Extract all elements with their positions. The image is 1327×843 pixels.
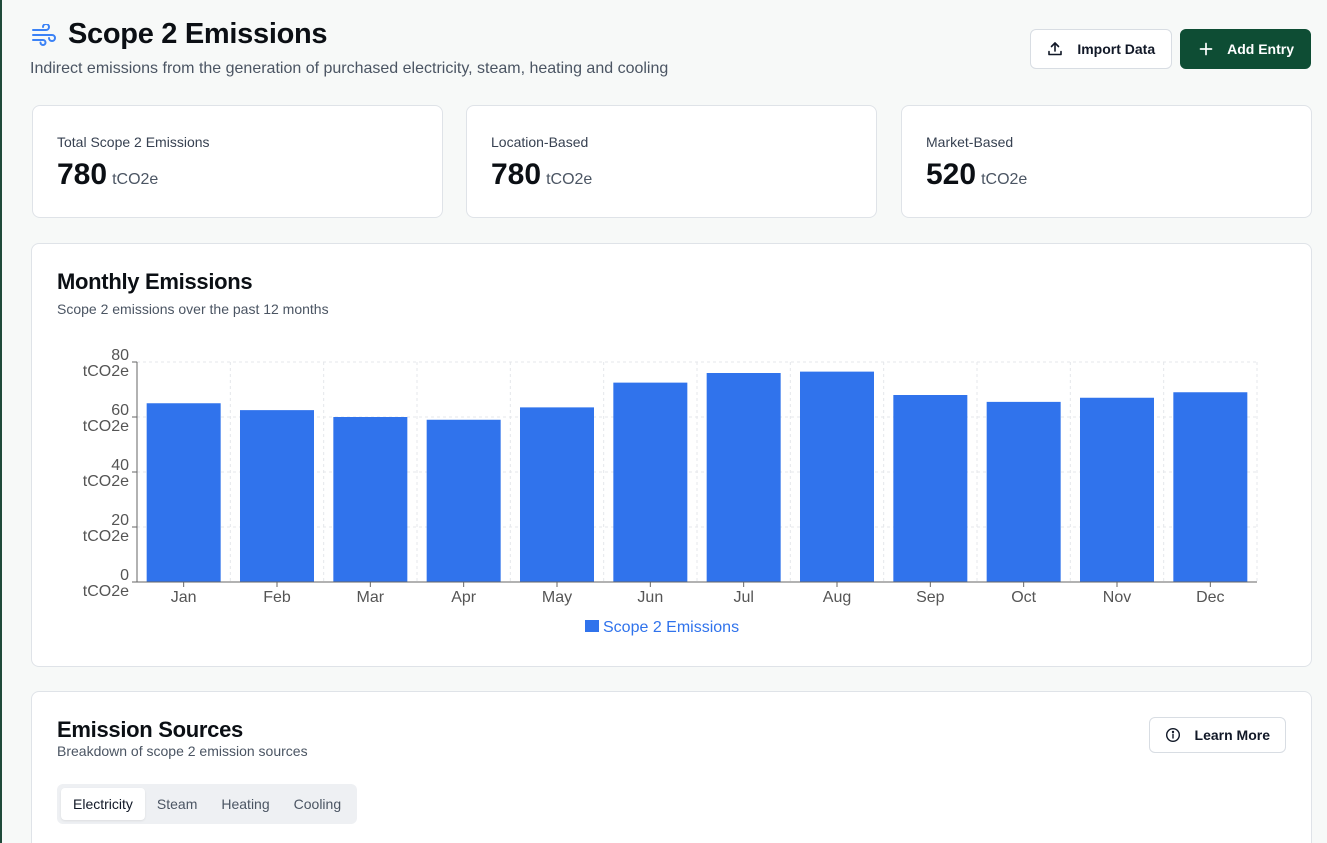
x-tick-label: Jul <box>733 589 753 606</box>
chart-bar <box>1173 392 1248 582</box>
stat-value: 780 tCO2e <box>491 158 592 192</box>
x-tick-label: Jun <box>637 589 663 606</box>
import-data-button[interactable]: Import Data <box>1030 29 1173 69</box>
x-tick-label: May <box>542 589 572 606</box>
page-header: Scope 2 Emissions Indirect emissions fro… <box>30 18 1311 88</box>
stat-unit: tCO2e <box>981 171 1028 188</box>
y-tick-unit: tCO2e <box>83 528 129 545</box>
source-tabs: Electricity Steam Heating Cooling <box>57 784 358 824</box>
x-tick-label: Dec <box>1196 589 1224 606</box>
x-tick-label: Sep <box>916 589 945 606</box>
y-tick-unit: tCO2e <box>83 363 129 380</box>
chart-bar <box>800 371 874 582</box>
chart-bar <box>426 419 501 582</box>
emission-sources-card: Emission Sources Breakdown of scope 2 em… <box>31 691 1312 843</box>
stat-label: Location-Based <box>491 134 589 150</box>
chart-bar <box>613 382 688 582</box>
y-tick-label: 60 <box>111 402 129 419</box>
y-tick-unit: tCO2e <box>83 473 129 490</box>
x-tick-label: Aug <box>823 589 851 606</box>
stat-label: Market-Based <box>926 134 1014 150</box>
stat-value: 520 tCO2e <box>926 158 1027 192</box>
learn-more-label: Learn More <box>1194 727 1270 743</box>
stat-unit: tCO2e <box>546 171 593 188</box>
monthly-emissions-chart: 0tCO2e20tCO2e40tCO2e60tCO2e80tCO2eJan Feb… <box>83 347 1258 636</box>
tab-heating[interactable]: Heating <box>209 788 281 820</box>
header-actions: Import Data Add Entry <box>1030 29 1311 69</box>
x-tick-label: Nov <box>1103 589 1131 606</box>
chart-bar <box>706 373 781 582</box>
stat-number: 520 <box>926 158 977 191</box>
chart-bar <box>146 403 221 582</box>
stat-number: 780 <box>57 158 108 191</box>
y-tick-label: 80 <box>111 347 129 364</box>
tab-electricity[interactable]: Electricity <box>61 788 145 820</box>
stat-number: 780 <box>491 158 542 191</box>
y-tick-label: 0 <box>120 567 129 584</box>
stat-card-market: Market-Based 520 tCO2e <box>901 105 1312 218</box>
emission-sources-title: Emission Sources <box>57 717 243 742</box>
learn-more-button[interactable]: Learn More <box>1148 717 1286 753</box>
chart-bar <box>520 407 594 582</box>
add-entry-button[interactable]: Add Entry <box>1180 29 1311 69</box>
stat-card-location: Location-Based 780 tCO2e <box>466 105 877 218</box>
upload-icon <box>1047 41 1063 57</box>
import-data-label: Import Data <box>1077 41 1156 57</box>
page-title: Scope 2 Emissions <box>68 18 328 50</box>
chart-bar <box>1080 397 1154 582</box>
wind-icon <box>30 21 58 49</box>
tab-steam[interactable]: Steam <box>145 788 209 820</box>
x-tick-label: Mar <box>357 589 385 606</box>
stat-card-total: Total Scope 2 Emissions 780 tCO2e <box>32 105 443 218</box>
y-tick-label: 40 <box>111 457 129 474</box>
chart-bar <box>893 395 968 582</box>
x-tick-label: Feb <box>263 589 291 606</box>
info-icon <box>1165 727 1181 743</box>
y-tick-unit: tCO2e <box>83 418 129 435</box>
stat-label: Total Scope 2 Emissions <box>57 134 210 150</box>
tab-cooling[interactable]: Cooling <box>282 788 353 820</box>
stat-value: 780 tCO2e <box>57 158 158 192</box>
stat-unit: tCO2e <box>112 171 159 188</box>
y-tick-unit: tCO2e <box>83 583 129 600</box>
chart-bar <box>240 410 314 582</box>
x-tick-label: Apr <box>451 589 477 606</box>
x-tick-label: Jan <box>171 589 197 606</box>
monthly-emissions-card: Monthly Emissions Scope 2 emissions over… <box>31 243 1312 667</box>
legend-swatch <box>585 620 599 632</box>
emission-sources-subtitle: Breakdown of scope 2 emission sources <box>57 743 308 759</box>
add-entry-label: Add Entry <box>1227 41 1294 57</box>
x-tick-label: Oct <box>1011 589 1036 606</box>
plus-icon <box>1199 42 1213 56</box>
chart-bar <box>333 417 408 582</box>
legend-label: Scope 2 Emissions <box>603 619 739 636</box>
chart-bar <box>986 401 1061 582</box>
y-tick-label: 20 <box>111 512 129 529</box>
